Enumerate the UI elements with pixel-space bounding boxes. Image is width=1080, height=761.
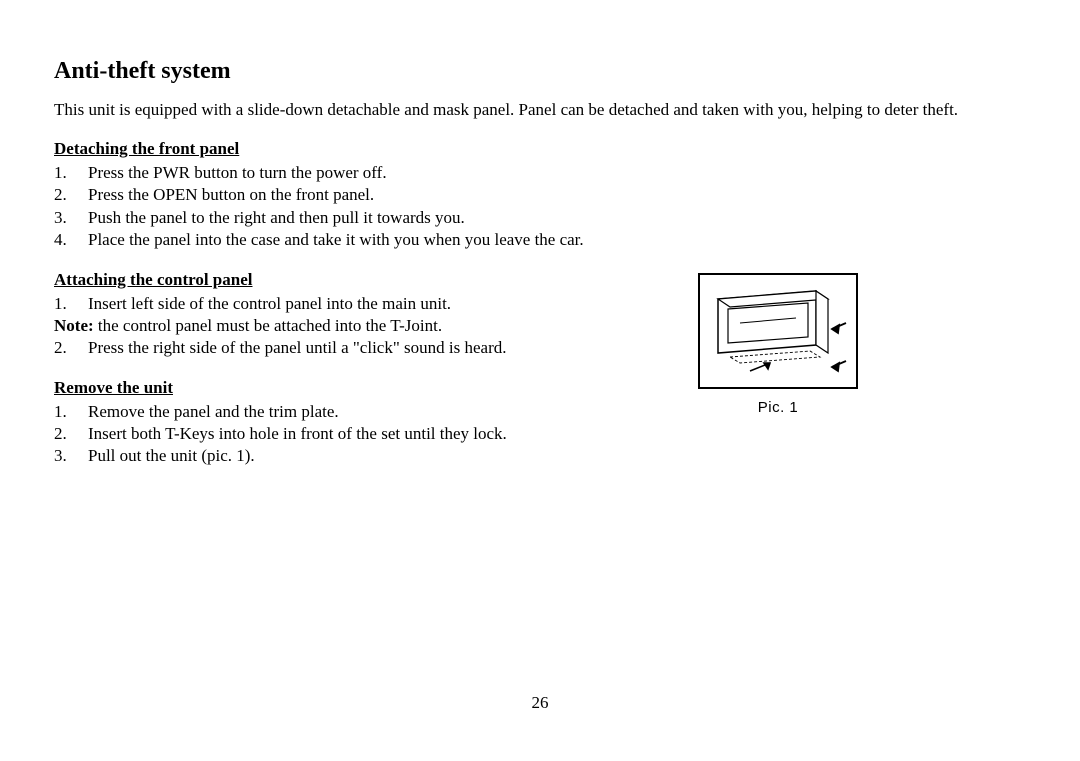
step-text: Place the panel into the case and take i… — [76, 229, 584, 251]
remove-steps-list: 1. Remove the panel and the trim plate. … — [54, 401, 674, 467]
section-attaching: Attaching the control panel 1. Insert le… — [54, 269, 674, 359]
step-number: 1. — [54, 293, 76, 315]
car-stereo-icon — [700, 275, 856, 387]
list-item: 1. Insert left side of the control panel… — [54, 293, 674, 315]
intro-paragraph: This unit is equipped with a slide-down … — [54, 99, 1030, 120]
attach-steps-list-cont: 2. Press the right side of the panel unt… — [54, 337, 674, 359]
list-item: 2. Press the OPEN button on the front pa… — [54, 184, 1030, 206]
list-item: 1. Remove the panel and the trim plate. — [54, 401, 674, 423]
figure-pic-1 — [698, 273, 858, 389]
step-number: 2. — [54, 423, 76, 445]
step-text: Remove the panel and the trim plate. — [76, 401, 339, 423]
step-text: Push the panel to the right and then pul… — [76, 207, 465, 229]
section-heading-detaching: Detaching the front panel — [54, 138, 1030, 160]
left-column: Attaching the control panel 1. Insert le… — [54, 269, 674, 486]
list-item: 3. Push the panel to the right and then … — [54, 207, 1030, 229]
step-number: 2. — [54, 184, 76, 206]
figure-caption: Pic. 1 — [698, 399, 858, 416]
step-text: Press the OPEN button on the front panel… — [76, 184, 374, 206]
right-column: Pic. 1 — [698, 269, 858, 416]
note-text: the control panel must be attached into … — [94, 316, 442, 335]
step-text: Insert both T-Keys into hole in front of… — [76, 423, 507, 445]
step-number: 1. — [54, 401, 76, 423]
attach-note: Note: the control panel must be attached… — [54, 315, 674, 337]
step-number: 1. — [54, 162, 76, 184]
section-heading-remove: Remove the unit — [54, 377, 674, 399]
list-item: 4. Place the panel into the case and tak… — [54, 229, 1030, 251]
section-detaching: Detaching the front panel 1. Press the P… — [54, 138, 1030, 250]
section-heading-attaching: Attaching the control panel — [54, 269, 674, 291]
list-item: 2. Insert both T-Keys into hole in front… — [54, 423, 674, 445]
step-number: 4. — [54, 229, 76, 251]
list-item: 3. Pull out the unit (pic. 1). — [54, 445, 674, 467]
step-text: Insert left side of the control panel in… — [76, 293, 451, 315]
step-text: Press the right side of the panel until … — [76, 337, 506, 359]
content-columns: Attaching the control panel 1. Insert le… — [54, 269, 1030, 486]
step-number: 3. — [54, 445, 76, 467]
section-remove: Remove the unit 1. Remove the panel and … — [54, 377, 674, 467]
step-number: 3. — [54, 207, 76, 229]
list-item: 1. Press the PWR button to turn the powe… — [54, 162, 1030, 184]
detach-steps-list: 1. Press the PWR button to turn the powe… — [54, 162, 1030, 250]
step-number: 2. — [54, 337, 76, 359]
note-label: Note: — [54, 316, 94, 335]
page-title: Anti-theft system — [54, 58, 1030, 85]
page-number: 26 — [0, 693, 1080, 713]
list-item: 2. Press the right side of the panel unt… — [54, 337, 674, 359]
attach-steps-list: 1. Insert left side of the control panel… — [54, 293, 674, 315]
step-text: Press the PWR button to turn the power o… — [76, 162, 387, 184]
step-text: Pull out the unit (pic. 1). — [76, 445, 255, 467]
manual-page: Anti-theft system This unit is equipped … — [0, 0, 1080, 761]
